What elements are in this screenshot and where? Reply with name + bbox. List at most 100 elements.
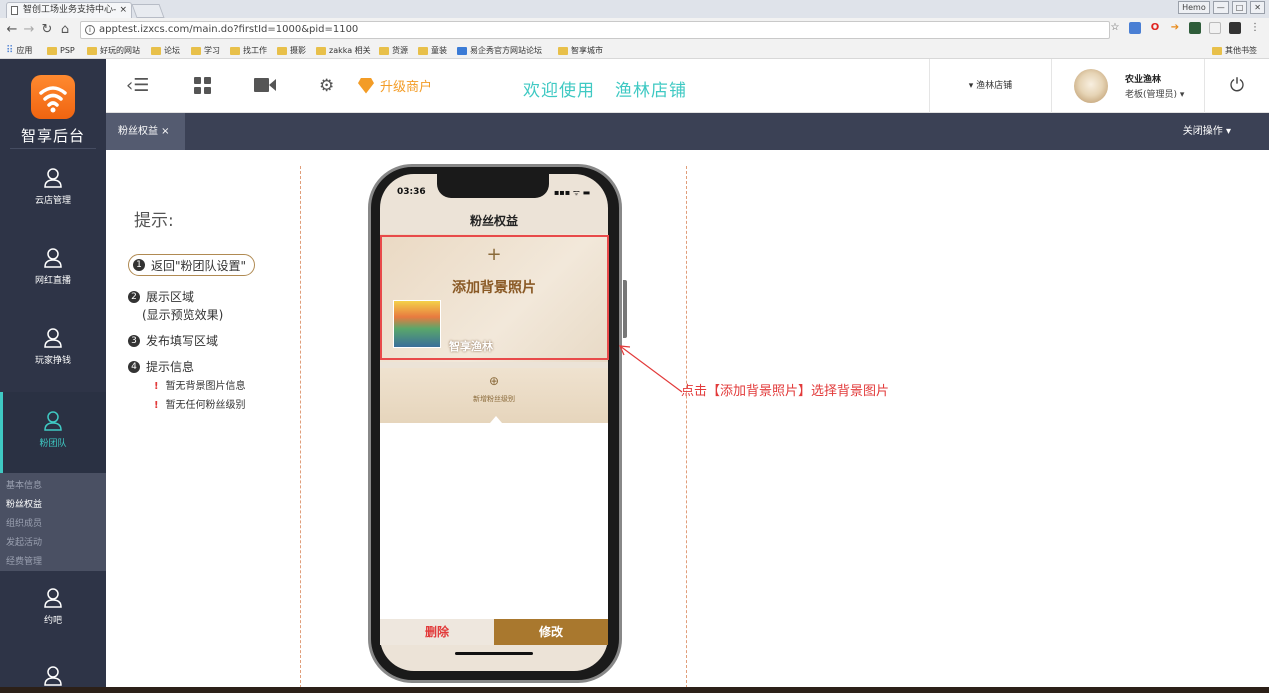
user-icon [44, 248, 62, 268]
extension-icon[interactable] [1209, 22, 1221, 34]
home-icon[interactable]: ⌂ [58, 22, 72, 37]
bookmark-item[interactable]: 找工作 [230, 42, 267, 59]
warning-icon: ! [154, 381, 159, 392]
bookmark-item[interactable]: PSP [47, 42, 75, 59]
sidebar-item-cloud-store[interactable]: 云店管理 [0, 167, 106, 227]
step-number: 1 [133, 259, 145, 271]
new-tab-button[interactable] [131, 4, 165, 18]
user-menu[interactable]: 农业渔林 老板(管理员) ▾ [1074, 69, 1204, 105]
store-selector[interactable]: ▾ 渔林店铺 [929, 59, 1052, 113]
folder-icon [379, 46, 389, 55]
upgrade-merchant-button[interactable]: 升级商户 [358, 76, 432, 95]
hint-warning: ! 暂无背景图片信息 [154, 381, 246, 392]
annotation-arrow [619, 345, 683, 393]
bookmark-item[interactable]: 好玩的网站 [87, 42, 140, 59]
close-window-button[interactable]: ✕ [1250, 1, 1265, 14]
step-label: 返回"粉团队设置" [151, 258, 247, 273]
avatar[interactable] [1074, 69, 1108, 103]
url-bar[interactable]: i apptest.izxcs.com/main.do?firstId=1000… [80, 21, 1110, 39]
submenu-item-basic-info[interactable]: 基本信息 [0, 477, 106, 496]
status-icons: ▪▪▪ ᯤ ▬ [554, 188, 591, 197]
hint-step-sub: (显示预览效果) [142, 308, 224, 322]
back-icon[interactable]: ← [5, 22, 19, 37]
power-icon[interactable]: ⏻ [1204, 59, 1269, 113]
bookmarks-bar: ⠿ 应用 PSP 好玩的网站 论坛 学习 找工作 摄影 zakka 相关 货源 童… [0, 42, 1269, 59]
submenu-item-funds[interactable]: 经费管理 [0, 553, 106, 572]
tab-close-icon[interactable]: × [119, 3, 127, 17]
opera-icon[interactable]: O [1149, 22, 1161, 34]
folder-icon [418, 46, 428, 55]
folder-icon [47, 46, 57, 55]
hint-warning: ! 暂无任何粉丝级别 [154, 400, 246, 411]
user-icon [44, 168, 62, 188]
other-bookmarks[interactable]: 其他书签 [1212, 42, 1257, 59]
info-icon[interactable]: i [85, 25, 95, 35]
step-label: 展示区域 [146, 290, 195, 304]
minimize-button[interactable]: — [1212, 1, 1229, 14]
sidebar-item-live[interactable]: 网红直播 [0, 247, 106, 307]
sidebar-item-fan-team[interactable]: 粉团队 [0, 392, 106, 473]
extension-icon[interactable] [1229, 22, 1241, 34]
bookmark-item[interactable]: 货源 [379, 42, 408, 59]
arrow-extension-icon[interactable]: ➔ [1169, 22, 1181, 34]
hint-step: 3 发布填写区域 [128, 332, 218, 349]
step-number: 3 [128, 334, 140, 347]
sidebar-item-label: 玩家挣钱 [34, 356, 71, 366]
user-icon [44, 411, 62, 431]
folder-icon [277, 46, 287, 55]
add-fan-level-button[interactable]: 新增粉丝级别 [380, 394, 608, 404]
bookmark-item[interactable]: 智享城市 [558, 42, 603, 59]
extension-icon[interactable] [1129, 22, 1141, 34]
forward-icon[interactable]: → [22, 22, 36, 37]
delete-button[interactable]: 删除 [380, 619, 494, 645]
video-icon[interactable] [254, 77, 276, 97]
profile-button[interactable]: Hemo [1178, 1, 1210, 14]
bookmark-item[interactable]: 易企秀官方网站论坛 [457, 42, 542, 59]
submenu-item-activity[interactable]: 发起活动 [0, 534, 106, 553]
phone-side-button [623, 280, 627, 338]
page-tabs: 粉丝权益 × 关闭操作 ▾ [106, 113, 1269, 150]
welcome-banner: 欢迎使用 渔林店铺 [523, 76, 687, 101]
user-role-dropdown[interactable]: 老板(管理员) ▾ [1125, 87, 1184, 100]
active-indicator [0, 392, 3, 473]
bookmark-item[interactable]: 学习 [191, 42, 220, 59]
grid-icon[interactable] [194, 77, 211, 98]
hint-step: 2 展示区域 [128, 288, 194, 305]
step-number: 2 [128, 290, 140, 303]
sidebar-item-earn[interactable]: 玩家挣钱 [0, 327, 106, 387]
sidebar-item-label: 约吧 [43, 616, 62, 626]
taskbar [0, 687, 1269, 693]
folder-icon [230, 46, 240, 55]
sidebar-item-meetup[interactable]: 约吧 [0, 587, 106, 647]
star-icon[interactable]: ☆ [1109, 22, 1121, 34]
extension-icon[interactable] [1189, 22, 1201, 34]
maximize-button[interactable]: □ [1231, 1, 1248, 14]
edit-button[interactable]: 修改 [494, 619, 608, 645]
bookmark-item[interactable]: 论坛 [151, 42, 180, 59]
tab-fan-rights[interactable]: 粉丝权益 × [106, 113, 185, 150]
sidebar-item-label: 粉团队 [39, 439, 67, 449]
user-icon [44, 666, 62, 686]
hint-step: 4 提示信息 [128, 358, 194, 375]
folder-icon [191, 46, 201, 55]
folder-icon [87, 46, 97, 55]
close-operations-dropdown[interactable]: 关闭操作 ▾ [1183, 113, 1231, 150]
folder-icon [151, 46, 161, 55]
sidebar: 智享后台 云店管理 网红直播 玩家挣钱 粉团队 基本信息 粉丝权益 组织成员 发… [0, 59, 106, 693]
submenu-item-members[interactable]: 组织成员 [0, 515, 106, 534]
url-text: apptest.izxcs.com/main.do?firstId=1000&p… [99, 24, 359, 35]
add-circle-icon[interactable]: ⊕ [380, 374, 608, 388]
bookmark-apps[interactable]: ⠿ 应用 [6, 42, 32, 59]
menu-icon[interactable]: ⋮ [1249, 22, 1261, 34]
browser-tab[interactable]: 智创工场业务支持中心- × [6, 2, 132, 18]
back-to-fan-team-settings-button[interactable]: 1 返回"粉团队设置" [128, 254, 256, 276]
bookmark-item[interactable]: 摄影 [277, 42, 306, 59]
bookmark-item[interactable]: zakka 相关 [316, 42, 371, 59]
highlight-box [380, 235, 609, 360]
submenu-item-fan-rights[interactable]: 粉丝权益 [0, 496, 106, 515]
collapse-menu-icon[interactable]: ‹☰ [126, 77, 149, 95]
folder-icon [558, 46, 568, 55]
reload-icon[interactable]: ↻ [40, 22, 54, 37]
gear-icon[interactable]: ⚙ [319, 77, 334, 95]
bookmark-item[interactable]: 童装 [418, 42, 447, 59]
